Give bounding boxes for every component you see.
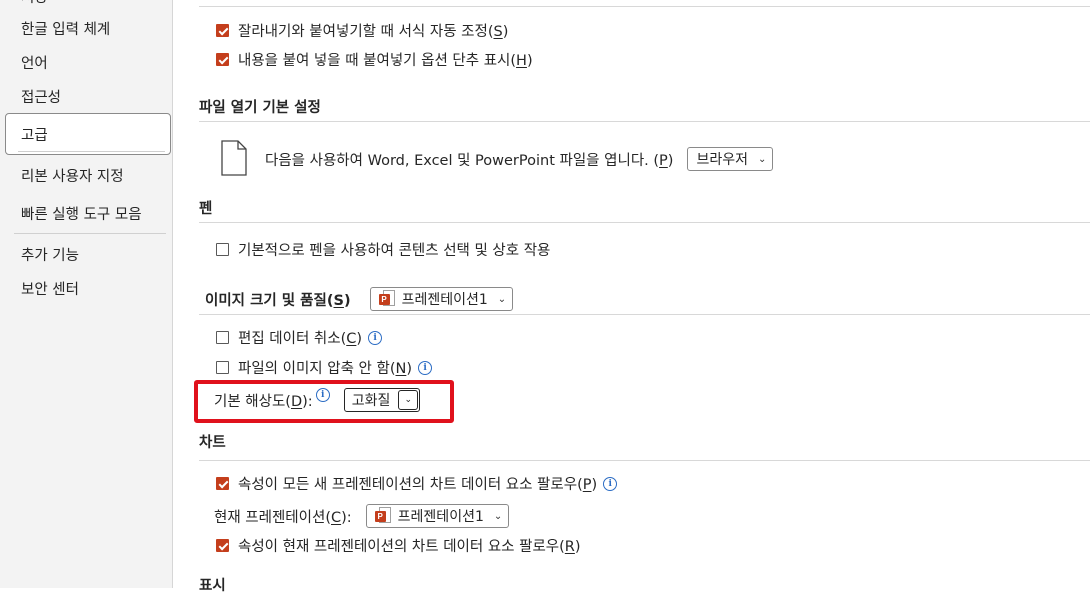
section-divider (199, 222, 1090, 223)
sidebar-item-quick-access-toolbar[interactable]: 빠른 실행 도구 모음 (21, 203, 142, 224)
image-quality-section-title: 이미지 크기 및 품질(S) (205, 292, 351, 309)
current-presentation-label: 현재 프레젠테이션(C): (214, 509, 352, 526)
chart-follow-current-checkbox[interactable] (216, 539, 229, 552)
chart-follow-current-option[interactable]: 속성이 현재 프레젠테이션의 차트 데이터 요소 팔로우(R) (216, 535, 581, 556)
no-compress-option[interactable]: 파일의 이미지 압축 안 함(N) i (216, 357, 433, 378)
sidebar-item-trust-center[interactable]: 보안 센터 (21, 278, 79, 299)
chart-section-title: 차트 (199, 435, 226, 451)
sidebar-item-advanced[interactable]: 고급 (5, 113, 171, 155)
use-pen-checkbox[interactable] (216, 243, 229, 256)
default-resolution-value: 고화질 (351, 393, 391, 409)
chart-follow-current-label: 속성이 현재 프레젠테이션의 차트 데이터 요소 팔로우(R) (238, 539, 581, 555)
use-pen-option[interactable]: 기본적으로 펜을 사용하여 콘텐츠 선택 및 상호 작용 (216, 239, 550, 260)
info-icon[interactable]: i (603, 476, 618, 491)
display-section-title: 표시 (199, 578, 226, 594)
image-quality-header: 이미지 크기 및 품질(S) P 프레젠테이션1 ⌄ (205, 287, 514, 311)
discard-edit-data-label: 편집 데이터 취소(C) (238, 331, 363, 347)
no-compress-checkbox[interactable] (216, 361, 229, 374)
paste-options-label: 내용을 붙여 넣을 때 붙여넣기 옵션 단추 표시(H) (238, 53, 533, 69)
info-icon[interactable]: i (418, 360, 433, 375)
file-open-dropdown-value: 브라우저 (696, 152, 748, 168)
document-icon (221, 140, 247, 176)
selection-underline (18, 151, 165, 152)
info-icon[interactable]: i (368, 330, 383, 345)
no-compress-label: 파일의 이미지 압축 안 함(N) (238, 361, 413, 377)
chart-follow-all-option[interactable]: 속성이 모든 새 프레젠테이션의 차트 데이터 요소 팔로우(P) i (216, 473, 618, 494)
section-divider (199, 460, 1090, 461)
sidebar-item-save[interactable]: 저장 (21, 0, 48, 7)
file-open-option: 다음을 사용하여 Word, Excel 및 PowerPoint 파일을 엽니… (265, 147, 774, 171)
discard-edit-data-option[interactable]: 편집 데이터 취소(C) i (216, 327, 383, 348)
sidebar-item-korean-ime[interactable]: 한글 입력 체계 (21, 18, 110, 39)
default-resolution-option: 기본 해상도(D): i 고화질 ⌄ (214, 388, 421, 412)
chart-follow-all-checkbox[interactable] (216, 477, 229, 490)
sidebar-item-add-ins[interactable]: 추가 기능 (21, 244, 79, 265)
current-presentation-value: 프레젠테이션1 (397, 509, 484, 525)
default-resolution-dropdown[interactable]: 고화질 ⌄ (343, 388, 421, 412)
section-divider (199, 6, 1090, 7)
image-quality-file-value: 프레젠테이션1 (401, 292, 488, 308)
chevron-down-icon: ⌄ (497, 293, 507, 305)
advanced-options-panel: 잘라내기와 붙여넣기할 때 서식 자동 조정(S) 내용을 붙여 넣을 때 붙여… (174, 0, 1090, 594)
options-sidebar: 저장 한글 입력 체계 언어 접근성 고급 리본 사용자 지정 빠른 실행 도구… (0, 0, 173, 588)
chart-follow-all-label: 속성이 모든 새 프레젠테이션의 차트 데이터 요소 팔로우(P) (238, 477, 598, 493)
smart-cut-paste-option[interactable]: 잘라내기와 붙여넣기할 때 서식 자동 조정(S) (216, 20, 508, 41)
paste-options-checkbox[interactable] (216, 53, 229, 66)
default-resolution-label: 기본 해상도(D): (214, 393, 313, 410)
sidebar-divider (14, 233, 166, 234)
use-pen-label: 기본적으로 펜을 사용하여 콘텐츠 선택 및 상호 작용 (238, 243, 551, 259)
chevron-down-icon: ⌄ (493, 510, 503, 522)
pen-section-title: 펜 (199, 201, 213, 217)
sidebar-item-label: 고급 (21, 128, 48, 144)
image-quality-file-dropdown[interactable]: P 프레젠테이션1 ⌄ (369, 287, 514, 311)
sidebar-item-customize-ribbon[interactable]: 리본 사용자 지정 (21, 165, 124, 186)
powerpoint-file-icon: P (378, 290, 395, 308)
sidebar-item-accessibility[interactable]: 접근성 (21, 86, 61, 107)
chevron-down-icon: ⌄ (757, 153, 767, 165)
discard-edit-data-checkbox[interactable] (216, 331, 229, 344)
smart-cut-paste-label: 잘라내기와 붙여넣기할 때 서식 자동 조정(S) (238, 24, 509, 40)
file-open-dropdown[interactable]: 브라우저 ⌄ (687, 147, 774, 171)
file-open-label: 다음을 사용하여 Word, Excel 및 PowerPoint 파일을 엽니… (265, 152, 674, 169)
paste-options-button-option[interactable]: 내용을 붙여 넣을 때 붙여넣기 옵션 단추 표시(H) (216, 49, 533, 70)
sidebar-item-language[interactable]: 언어 (21, 52, 48, 73)
section-divider (199, 314, 1090, 315)
chevron-down-icon: ⌄ (398, 390, 419, 410)
file-open-section-title: 파일 열기 기본 설정 (199, 100, 321, 116)
powerpoint-file-icon: P (374, 507, 391, 525)
current-presentation-option: 현재 프레젠테이션(C): P 프레젠테이션1 ⌄ (214, 504, 510, 528)
section-divider (199, 121, 1090, 122)
smart-cut-paste-checkbox[interactable] (216, 24, 229, 37)
info-icon[interactable]: i (315, 388, 330, 402)
current-presentation-dropdown[interactable]: P 프레젠테이션1 ⌄ (365, 504, 510, 528)
